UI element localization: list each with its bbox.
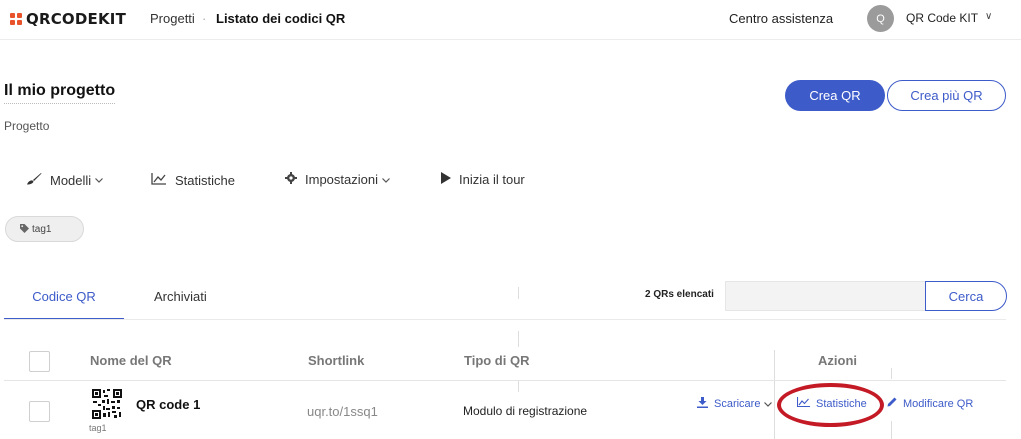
qr-name[interactable]: QR code 1: [136, 397, 200, 412]
qr-count-label: 2 QRs elencati: [645, 289, 714, 300]
download-icon: [697, 397, 708, 411]
chevron-down-icon: [382, 175, 390, 185]
tabs-divider: [4, 319, 1006, 320]
qr-type: Modulo di registrazione: [463, 404, 588, 418]
create-multiple-qr-button[interactable]: Crea più QR: [887, 80, 1006, 111]
edit-qr-button[interactable]: Modificare QR: [887, 397, 973, 410]
settings-label: Impostazioni: [305, 172, 378, 187]
column-header-type[interactable]: Tipo di QR: [464, 353, 529, 368]
breadcrumb-current: Listato dei codici QR: [216, 11, 346, 26]
start-tour-button[interactable]: Inizia il tour: [441, 172, 525, 187]
statistics-label: Statistiche: [175, 172, 235, 188]
actions-column-guide: [891, 368, 892, 379]
chevron-down-icon[interactable]: ∨: [985, 11, 992, 22]
divider: [518, 380, 519, 392]
column-header-shortlink[interactable]: Shortlink: [308, 353, 364, 368]
gear-icon: [285, 172, 297, 187]
search-button[interactable]: Cerca: [925, 281, 1007, 311]
column-header-actions: Azioni: [818, 353, 857, 368]
chart-line-icon: [151, 172, 167, 188]
models-label: Modelli: [50, 172, 92, 188]
tag-icon: [20, 223, 29, 235]
breadcrumb-projects[interactable]: Progetti: [150, 11, 195, 26]
chevron-down-icon: [764, 400, 773, 409]
highlight-annotation-ring: [777, 383, 884, 427]
edit-qr-label: Modificare QR: [903, 397, 974, 410]
row-checkbox[interactable]: [29, 401, 50, 422]
tag-filter-label: tag1: [32, 223, 52, 235]
breadcrumb-separator: ·: [202, 11, 207, 26]
select-all-checkbox[interactable]: [29, 351, 50, 372]
search-input[interactable]: [725, 281, 926, 311]
statistics-menu[interactable]: Statistiche: [151, 172, 235, 188]
divider: [518, 331, 519, 347]
pencil-icon: [887, 397, 897, 410]
actions-column-guide: [774, 350, 775, 439]
create-qr-button[interactable]: Crea QR: [785, 80, 885, 111]
row-tag: tag1: [89, 423, 107, 433]
models-menu[interactable]: Modelli: [26, 172, 104, 188]
tag-filter-chip[interactable]: tag1: [5, 216, 84, 242]
download-label: Scaricare: [714, 398, 761, 410]
actions-column-guide: [891, 421, 892, 439]
help-center-link[interactable]: Centro assistenza: [729, 11, 833, 26]
account-name[interactable]: QR Code KIT: [906, 11, 978, 25]
download-button[interactable]: Scaricare: [697, 397, 773, 411]
project-title[interactable]: Il mio progetto: [4, 82, 116, 104]
logo-mark-icon: [10, 13, 22, 25]
tab-archived[interactable]: Archiviati: [154, 289, 207, 304]
project-subtitle: Progetto: [4, 119, 50, 133]
qr-code-thumbnail[interactable]: [92, 389, 122, 419]
tab-qr-codes[interactable]: Codice QR: [4, 289, 124, 304]
play-icon: [441, 172, 451, 187]
chevron-down-icon: [95, 175, 104, 185]
top-navigation-bar: QRCODEKIT Progetti · Listato dei codici …: [0, 0, 1021, 40]
table-header-divider: [4, 380, 1006, 381]
column-header-name[interactable]: Nome del QR: [90, 353, 172, 368]
settings-menu[interactable]: Impostazioni: [285, 172, 390, 187]
divider: [518, 287, 519, 299]
avatar[interactable]: Q: [867, 5, 894, 32]
app-logo[interactable]: QRCODEKIT: [10, 10, 126, 28]
tour-label: Inizia il tour: [459, 172, 525, 187]
shortlink[interactable]: uqr.to/1ssq1: [307, 404, 378, 419]
brush-icon: [26, 172, 42, 188]
logo-text: QRCODEKIT: [26, 10, 126, 28]
